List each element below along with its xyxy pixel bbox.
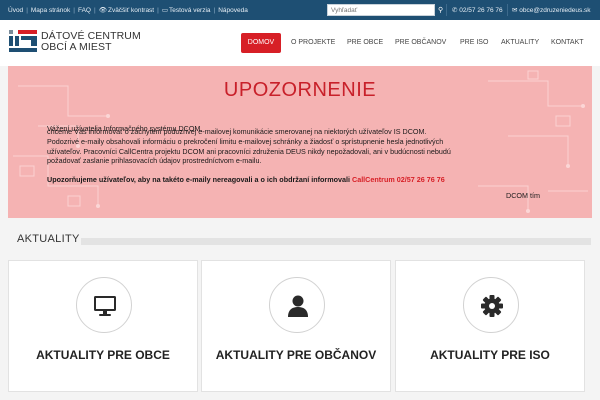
banner-p1-line1: chceme Vás informovať o zachytení podozr… (47, 127, 427, 136)
nav-pre-iso[interactable]: PRE ISO (453, 33, 495, 53)
card-title: AKTUALITY PRE OBČANOV (215, 348, 377, 362)
card-icon-circle (76, 277, 132, 333)
link-contrast[interactable]: Zväčšiť kontrast (108, 7, 154, 14)
logo-line-2: OBCÍ A MIEST (41, 41, 112, 53)
card-aktuality-obcanov[interactable]: AKTUALITY PRE OBČANOV (201, 260, 391, 392)
nav-pre-obce[interactable]: PRE OBCE (340, 33, 390, 53)
phone-icon: ✆ (452, 7, 458, 14)
nav-kontakt[interactable]: KONTAKT (544, 33, 591, 53)
banner-p1-line4: požadovať zaslanie prihlasovacích údajov… (47, 156, 262, 165)
card-icon-circle (463, 277, 519, 333)
card-icon-circle (269, 277, 325, 333)
phone-number: 02/57 26 76 76 (459, 7, 503, 14)
phone-contact[interactable]: ✆ 02/57 26 76 76 (452, 6, 503, 14)
section-divider (81, 238, 591, 245)
link-faq[interactable]: FAQ (78, 7, 91, 14)
top-utility-bar: Úvod | Mapa stránok | FAQ | 👁 Zväčšiť ko… (0, 0, 600, 20)
separator: | (213, 6, 216, 14)
email-contact[interactable]: ✉ obce@zdruzeniedeus.sk (512, 6, 591, 14)
card-aktuality-obce[interactable]: AKTUALITY PRE OBCE (8, 260, 198, 392)
link-help[interactable]: Nápoveda (218, 7, 248, 14)
section-title: AKTUALITY (17, 233, 80, 245)
link-mapa-stranok[interactable]: Mapa stránok (31, 7, 70, 14)
divider (507, 4, 508, 16)
warning-banner: UPOZORNENIE Vážení užívatelia Informačné… (8, 66, 592, 218)
divider (446, 4, 447, 16)
nav-o-projekte[interactable]: O PROJEKTE (284, 33, 342, 53)
search-icon[interactable]: ⚲ (438, 6, 443, 14)
envelope-icon: ✉ (512, 7, 518, 14)
monitor-icon (94, 296, 116, 316)
card-title: AKTUALITY PRE ISO (430, 348, 550, 362)
card-aktuality-iso[interactable]: AKTUALITY PRE ISO (395, 260, 585, 392)
search-input[interactable] (328, 5, 424, 15)
logo-text[interactable]: DÁTOVÉ CENTRUM OBCÍ A MIEST (41, 31, 141, 53)
callcentrum-link[interactable]: CallCentrum 02/57 26 76 76 (352, 175, 445, 184)
link-uvod[interactable]: Úvod (8, 7, 23, 14)
nav-pre-obcanov[interactable]: PRE OBČANOV (388, 33, 453, 53)
banner-p1-line2: Podozrivé e-maily obsahovali informáciu … (47, 137, 444, 146)
email-address: obce@zdruzeniedeus.sk (519, 7, 591, 14)
link-test-version[interactable]: Testová verzia (169, 7, 211, 14)
user-icon (288, 295, 308, 317)
nav-domov[interactable]: DOMOV (241, 33, 281, 53)
eye-icon: 👁 (98, 7, 107, 14)
warning-text: Upozorňujeme užívateľov, aby na takéto e… (47, 175, 350, 184)
site-header: DÁTOVÉ CENTRUM OBCÍ A MIEST DOMOV O PROJ… (0, 20, 600, 66)
nav-aktuality[interactable]: AKTUALITY (494, 33, 546, 53)
logo-icon[interactable] (9, 30, 37, 52)
separator: | (157, 6, 159, 14)
utility-links: Úvod | Mapa stránok | FAQ | 👁 Zväčšiť ko… (8, 6, 248, 15)
banner-warning: Upozorňujeme užívateľov, aby na takéto e… (47, 175, 567, 185)
search-box: ⚲ (327, 4, 443, 16)
separator: | (73, 6, 75, 14)
card-title: AKTUALITY PRE OBCE (36, 348, 170, 362)
monitor-small-icon: ▭ (161, 7, 168, 14)
gear-icon (481, 295, 503, 317)
banner-signature: DCOM tím (506, 191, 540, 200)
separator: | (94, 6, 96, 14)
banner-title: UPOZORNENIE (223, 79, 377, 101)
separator: | (26, 6, 28, 14)
